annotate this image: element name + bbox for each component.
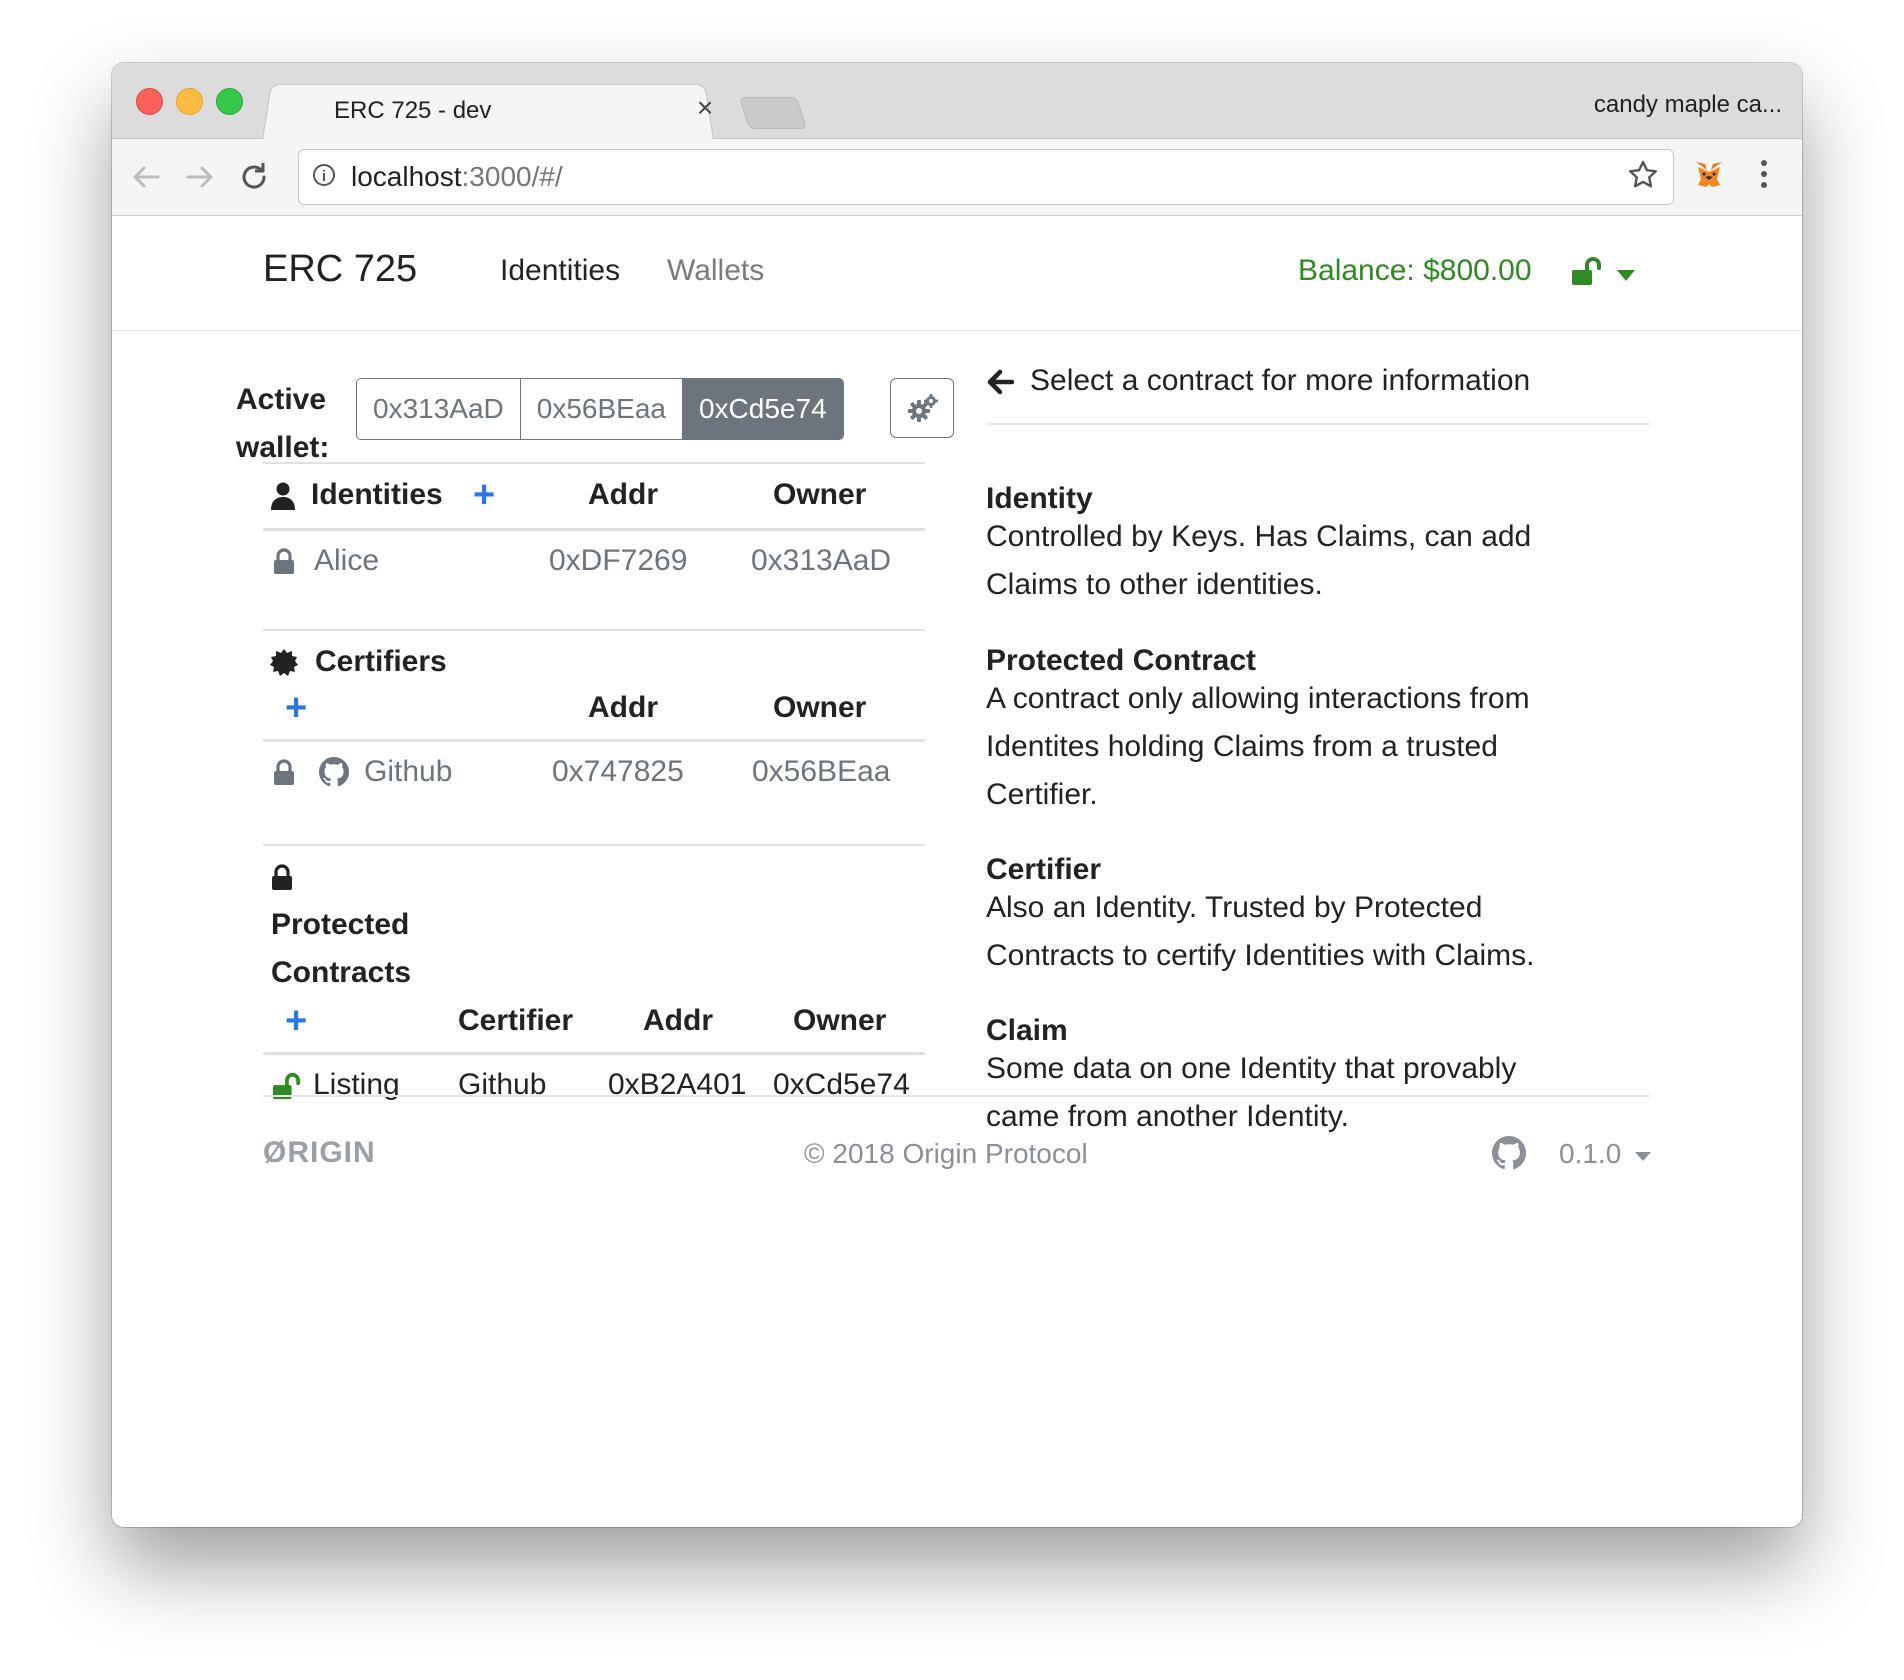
browser-window: ERC 725 - dev × candy maple ca... i loca… xyxy=(112,63,1802,1527)
add-certifier-icon[interactable]: + xyxy=(285,689,307,727)
balance-dropdown-caret-icon[interactable] xyxy=(1617,270,1635,281)
minimize-window-button[interactable] xyxy=(176,88,203,115)
info-desc-line: Controlled by Keys. Has Claims, can add xyxy=(986,520,1532,553)
version-selector[interactable]: 0.1.0 xyxy=(1559,1138,1621,1170)
active-wallet-label-line1: Active xyxy=(236,383,327,416)
footer-divider xyxy=(263,1095,1650,1097)
bookmark-star-icon[interactable] xyxy=(1627,158,1659,200)
certifiers-col-addr: Addr xyxy=(588,691,658,724)
add-protected-contract-icon[interactable]: + xyxy=(285,1002,307,1040)
origin-logo[interactable]: ØRIGIN xyxy=(263,1136,376,1170)
arrow-left-icon xyxy=(987,369,1014,395)
back-arrow-icon[interactable] xyxy=(128,159,164,195)
address-bar[interactable]: i localhost:3000/#/ xyxy=(298,149,1674,205)
metamask-fox-icon[interactable] xyxy=(1692,157,1726,191)
info-desc-line: Certifier. xyxy=(986,778,1098,811)
nav-link-identities[interactable]: Identities xyxy=(500,254,620,288)
tab-title: ERC 725 - dev xyxy=(334,97,492,124)
info-title-identity: Identity xyxy=(986,482,1093,515)
wallet-option-1[interactable]: 0x56BEaa xyxy=(520,379,683,439)
info-desc-line: Claims to other identities. xyxy=(986,568,1323,601)
lock-icon xyxy=(274,759,294,785)
info-title-claim: Claim xyxy=(986,1014,1068,1047)
identities-heading: Identities xyxy=(311,478,443,511)
info-desc-line: Identites holding Claims from a trusted xyxy=(986,730,1498,763)
unlock-icon[interactable] xyxy=(1570,256,1602,286)
browser-toolbar: i localhost:3000/#/ xyxy=(112,139,1802,216)
balance-display[interactable]: Balance: $800.00 xyxy=(1298,254,1532,288)
url-path: :3000/#/ xyxy=(461,161,563,192)
info-desc-line: Some data on one Identity that provably xyxy=(986,1052,1517,1085)
url-text[interactable]: localhost:3000/#/ xyxy=(351,161,563,193)
new-tab-button[interactable] xyxy=(738,97,808,129)
version-caret-icon[interactable] xyxy=(1635,1152,1651,1161)
more-menu-icon[interactable] xyxy=(1754,157,1774,197)
zoom-window-button[interactable] xyxy=(216,88,243,115)
github-icon xyxy=(319,757,349,787)
wallet-settings-button[interactable] xyxy=(890,378,954,438)
protected-contracts-table: Protected Contracts + Certifier Addr Own… xyxy=(263,844,925,1101)
table-head-border xyxy=(263,528,925,531)
info-desc-certifier: Also an Identity. Trusted by Protected C… xyxy=(986,884,1626,980)
protected-col-owner: Owner xyxy=(793,1004,887,1037)
info-divider xyxy=(986,423,1650,425)
tab-close-icon[interactable]: × xyxy=(690,93,720,123)
certifiers-col-owner: Owner xyxy=(773,691,867,724)
gears-icon xyxy=(908,394,938,422)
info-desc-line: Also an Identity. Trusted by Protected xyxy=(986,891,1483,924)
wallet-option-0[interactable]: 0x313AaD xyxy=(357,379,521,439)
certifier-owner: 0x56BEaa xyxy=(752,755,891,788)
brand-title[interactable]: ERC 725 xyxy=(263,248,417,291)
table-top-border xyxy=(263,462,925,464)
reload-icon[interactable] xyxy=(236,159,272,195)
identity-addr: 0xDF7269 xyxy=(549,544,688,577)
page-content: ERC 725 Identities Wallets Balance: $800… xyxy=(112,216,1802,1527)
identity-name[interactable]: Alice xyxy=(314,544,379,578)
github-icon[interactable] xyxy=(1492,1136,1526,1170)
certifiers-table: Certifiers + Addr Owner Github 0x747825 … xyxy=(263,629,925,788)
certifiers-heading: Certifiers xyxy=(315,645,447,678)
info-icon[interactable]: i xyxy=(313,164,335,186)
select-contract-prompt: Select a contract for more information xyxy=(1030,364,1531,397)
footer-copyright: © 2018 Origin Protocol xyxy=(804,1138,1088,1169)
info-desc-line: A contract only allowing interactions fr… xyxy=(986,682,1530,715)
protected-col-certifier: Certifier xyxy=(458,1004,574,1037)
protected-heading-line1: Protected xyxy=(271,908,410,941)
info-desc-identity: Controlled by Keys. Has Claims, can add … xyxy=(986,513,1626,609)
protected-col-addr: Addr xyxy=(643,1004,713,1037)
wallet-selector: 0x313AaD 0x56BEaa 0xCd5e74 xyxy=(356,378,844,440)
identity-owner: 0x313AaD xyxy=(751,544,892,577)
info-title-certifier: Certifier xyxy=(986,853,1102,886)
profile-name[interactable]: candy maple ca... xyxy=(1594,91,1782,119)
certifier-addr: 0x747825 xyxy=(552,755,684,788)
lock-icon xyxy=(272,864,292,890)
table-head-border xyxy=(263,1052,925,1055)
user-icon xyxy=(271,482,295,510)
identities-col-addr: Addr xyxy=(588,478,658,511)
tab-bar: ERC 725 - dev × candy maple ca... xyxy=(112,63,1802,140)
info-title-protected-contract: Protected Contract xyxy=(986,644,1257,677)
table-top-border xyxy=(263,629,925,631)
active-wallet-label: Active wallet: xyxy=(236,376,329,472)
wallet-option-2[interactable]: 0xCd5e74 xyxy=(682,379,843,439)
table-head-border xyxy=(263,739,925,742)
identities-table: Identities + Addr Owner Alice 0xDF7269 0… xyxy=(263,462,925,577)
identities-col-owner: Owner xyxy=(773,478,867,511)
info-desc-claim: Some data on one Identity that provably … xyxy=(986,1045,1626,1141)
url-host: localhost xyxy=(351,161,462,192)
info-desc-protected-contract: A contract only allowing interactions fr… xyxy=(986,675,1626,819)
protected-heading-line2: Contracts xyxy=(271,956,412,989)
info-desc-line: Contracts to certify Identities with Cla… xyxy=(986,939,1535,972)
certificate-icon xyxy=(270,649,298,676)
close-window-button[interactable] xyxy=(136,88,163,115)
forward-arrow-icon[interactable] xyxy=(182,159,218,195)
info-desc-line: came from another Identity. xyxy=(986,1100,1349,1133)
add-identity-icon[interactable]: + xyxy=(473,476,495,514)
lock-icon xyxy=(274,548,294,574)
table-top-border xyxy=(263,844,925,846)
certifier-name[interactable]: Github xyxy=(364,755,452,789)
app-navbar: ERC 725 Identities Wallets Balance: $800… xyxy=(112,216,1802,331)
nav-link-wallets[interactable]: Wallets xyxy=(667,254,764,288)
